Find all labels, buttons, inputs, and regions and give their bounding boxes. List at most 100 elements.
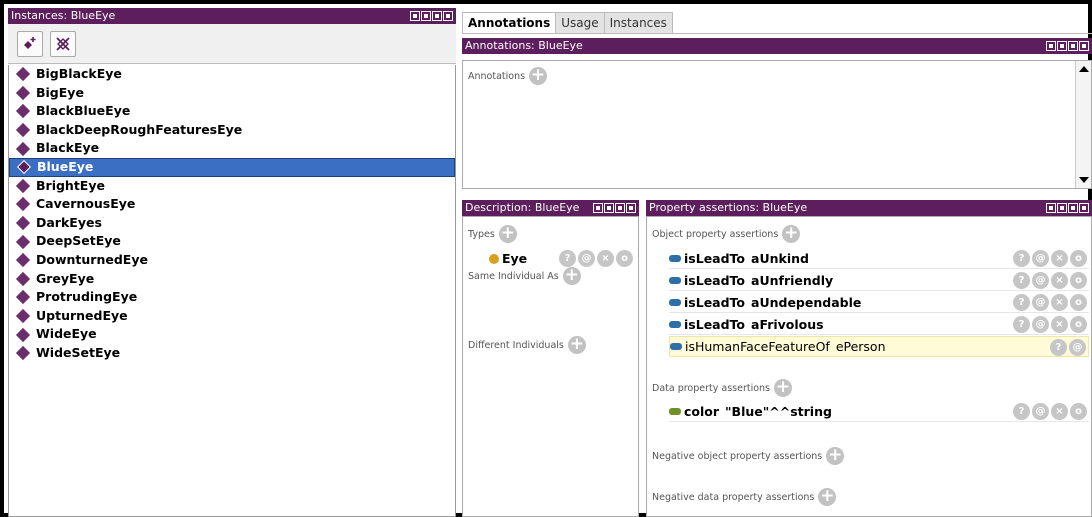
individual-icon bbox=[15, 346, 31, 361]
property-assertions-pane: Object property assertions + isLeadTo aUn… bbox=[646, 216, 1092, 517]
instance-item[interactable]: BlackEye bbox=[9, 139, 455, 158]
instance-item[interactable]: UpturnedEye bbox=[9, 307, 455, 326]
object-property-icon bbox=[669, 254, 681, 262]
info-icon[interactable]: ? bbox=[1013, 403, 1030, 420]
annotate-icon[interactable]: @ bbox=[1069, 339, 1086, 356]
scroll-up-icon[interactable] bbox=[1079, 66, 1089, 72]
instance-item[interactable]: GreyEye bbox=[9, 270, 455, 289]
edit-icon[interactable]: o bbox=[1070, 403, 1087, 420]
same-individual-section: Same Individual As + bbox=[468, 267, 581, 285]
add-different-individual-icon[interactable]: + bbox=[567, 336, 586, 354]
annotate-icon[interactable]: @ bbox=[1032, 250, 1049, 267]
row-buttons: ? @ bbox=[1050, 339, 1086, 356]
info-icon[interactable]: ? bbox=[1013, 316, 1030, 333]
instance-label: ProtrudingEye bbox=[36, 289, 138, 305]
data-property-row[interactable]: color "Blue"^^string? @ × o bbox=[669, 401, 1089, 422]
object-property-icon bbox=[670, 343, 682, 350]
delete-icon[interactable]: × bbox=[1051, 250, 1068, 267]
data-property-label: Data property assertions bbox=[652, 382, 771, 394]
window-controls[interactable] bbox=[593, 203, 636, 213]
add-object-property-icon[interactable]: + bbox=[782, 225, 801, 243]
instance-item[interactable]: DarkEyes bbox=[9, 214, 455, 233]
individual-icon bbox=[15, 290, 31, 305]
instance-item[interactable]: BlackDeepRoughFeaturesEye bbox=[9, 121, 455, 140]
type-row[interactable]: Eye ? @ × o bbox=[489, 248, 635, 269]
annotate-icon[interactable]: @ bbox=[1032, 294, 1049, 311]
info-icon[interactable]: ? bbox=[1013, 294, 1030, 311]
instance-item[interactable]: BigEye bbox=[9, 84, 455, 103]
edit-icon[interactable]: o bbox=[1070, 316, 1087, 333]
instance-item[interactable]: BigBlackEye bbox=[9, 65, 455, 84]
annotations-pane: Annotations + bbox=[462, 60, 1092, 189]
delete-icon[interactable]: × bbox=[1051, 316, 1068, 333]
instance-label: UpturnedEye bbox=[36, 307, 128, 323]
delete-icon[interactable]: × bbox=[597, 250, 614, 267]
type-value: Eye bbox=[502, 251, 528, 266]
property-name: isLeadTo bbox=[684, 250, 746, 266]
instance-label: DarkEyes bbox=[36, 214, 102, 230]
instance-label: WideSetEye bbox=[36, 344, 121, 360]
delete-icon[interactable]: × bbox=[1051, 294, 1068, 311]
annotate-icon[interactable]: @ bbox=[1032, 272, 1049, 289]
row-buttons: ? @ × o bbox=[1013, 272, 1087, 289]
data-property-icon bbox=[669, 407, 681, 415]
property-value: aUnfriendly bbox=[751, 272, 834, 288]
object-property-row[interactable]: isLeadTo aUnkind? @ × o bbox=[669, 248, 1089, 269]
tab-bar: Annotations Usage Instances bbox=[462, 12, 673, 34]
instance-item[interactable]: BlueEye bbox=[9, 157, 455, 177]
different-individuals-section: Different Individuals + bbox=[468, 336, 586, 354]
edit-icon[interactable]: o bbox=[1070, 294, 1087, 311]
add-same-individual-icon[interactable]: + bbox=[562, 267, 581, 285]
instances-panel-title: Instances: BlueEye bbox=[8, 8, 456, 24]
delete-icon[interactable]: × bbox=[1051, 272, 1068, 289]
tab-usage[interactable]: Usage bbox=[555, 12, 605, 34]
instance-item[interactable]: DownturnedEye bbox=[9, 251, 455, 270]
add-individual-button[interactable] bbox=[17, 31, 43, 57]
edit-icon[interactable]: o bbox=[1070, 272, 1087, 289]
individual-icon bbox=[15, 308, 31, 324]
annotate-icon[interactable]: @ bbox=[1032, 403, 1049, 420]
instance-item[interactable]: WideEye bbox=[9, 325, 455, 344]
row-buttons: ? @ × o bbox=[1013, 250, 1087, 267]
info-icon[interactable]: ? bbox=[1050, 339, 1067, 356]
individual-icon bbox=[15, 215, 31, 231]
window-controls[interactable] bbox=[410, 11, 453, 21]
class-icon bbox=[489, 253, 499, 264]
object-property-row[interactable]: isLeadTo aFrivolous? @ × o bbox=[669, 314, 1089, 335]
add-negative-data-property-icon[interactable]: + bbox=[818, 488, 837, 506]
instance-label: BigEye bbox=[36, 84, 84, 100]
delete-icon[interactable]: × bbox=[1051, 403, 1068, 420]
object-property-label: Object property assertions bbox=[652, 228, 779, 240]
instance-item[interactable]: ProtrudingEye bbox=[9, 288, 455, 307]
info-icon[interactable]: ? bbox=[1013, 250, 1030, 267]
window-controls[interactable] bbox=[1046, 203, 1089, 213]
instance-item[interactable]: CavernousEye bbox=[9, 195, 455, 214]
negative-data-property-section: Negative data property assertions + bbox=[652, 488, 837, 506]
scroll-down-icon[interactable] bbox=[1079, 177, 1089, 183]
info-icon[interactable]: ? bbox=[1013, 272, 1030, 289]
edit-icon[interactable]: o bbox=[1070, 250, 1087, 267]
tab-annotations[interactable]: Annotations bbox=[462, 12, 557, 34]
annotate-icon[interactable]: @ bbox=[1032, 316, 1049, 333]
add-annotation-icon[interactable]: + bbox=[529, 67, 548, 85]
edit-icon[interactable]: o bbox=[616, 250, 633, 267]
add-data-property-icon[interactable]: + bbox=[774, 379, 793, 397]
description-pane: Types + Eye ? @ × o Same Individual As +… bbox=[462, 216, 639, 517]
add-negative-object-property-icon[interactable]: + bbox=[826, 447, 845, 465]
add-type-icon[interactable]: + bbox=[498, 225, 517, 243]
object-property-row[interactable]: isHumanFaceFeatureOf ePerson? @ bbox=[669, 336, 1089, 357]
instance-item[interactable]: WideSetEye bbox=[9, 344, 455, 363]
object-property-row[interactable]: isLeadTo aUnfriendly? @ × o bbox=[669, 270, 1089, 291]
negative-data-property-label: Negative data property assertions bbox=[652, 491, 815, 503]
annotate-icon[interactable]: @ bbox=[578, 250, 595, 267]
instance-item[interactable]: BrightEye bbox=[9, 177, 455, 196]
window-controls[interactable] bbox=[1046, 41, 1089, 51]
instance-item[interactable]: BlackBlueEye bbox=[9, 102, 455, 121]
instance-item[interactable]: DeepSetEye bbox=[9, 232, 455, 251]
instance-label: BrightEye bbox=[36, 177, 105, 193]
delete-individual-button[interactable] bbox=[50, 31, 76, 57]
annotations-scrollbar[interactable] bbox=[1075, 61, 1091, 188]
instances-list: BigBlackEye BigEye BlackBlueEye BlackDeepRo… bbox=[8, 65, 456, 517]
object-property-row[interactable]: isLeadTo aUndependable? @ × o bbox=[669, 292, 1089, 313]
tab-instances[interactable]: Instances bbox=[603, 12, 673, 34]
